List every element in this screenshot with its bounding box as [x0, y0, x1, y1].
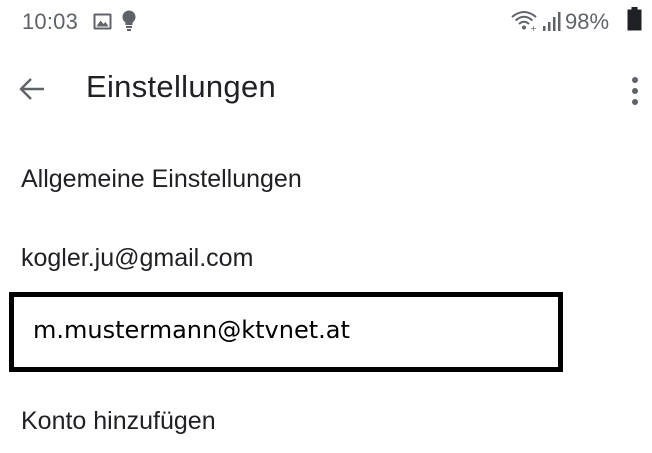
- settings-item-label: Allgemeine Einstellungen: [21, 165, 302, 193]
- settings-item-add-account[interactable]: Konto hinzufügen: [0, 393, 652, 453]
- page-title: Einstellungen: [86, 69, 277, 104]
- image-icon: [93, 13, 112, 30]
- settings-item-label: kogler.ju@gmail.com: [21, 244, 254, 272]
- battery-percent: 98%: [565, 9, 610, 34]
- back-button[interactable]: [10, 69, 54, 113]
- lightbulb-icon: [122, 10, 136, 32]
- overflow-menu-button[interactable]: [622, 71, 648, 115]
- settings-item-general[interactable]: Allgemeine Einstellungen: [0, 150, 652, 210]
- settings-item-label: m.mustermann@ktvnet.at: [33, 316, 350, 344]
- app-bar: Einstellungen: [0, 55, 652, 135]
- battery-icon: [627, 7, 642, 31]
- status-bar: 10:03 + 98%: [0, 0, 652, 50]
- svg-text:+: +: [530, 24, 537, 32]
- arrow-back-icon: [19, 77, 45, 106]
- wifi-icon: +: [511, 10, 537, 33]
- settings-item-account-gmail[interactable]: kogler.ju@gmail.com: [0, 230, 652, 290]
- signal-icon: [543, 11, 561, 31]
- more-vert-icon: [631, 76, 639, 111]
- settings-item-label: Konto hinzufügen: [21, 407, 216, 435]
- settings-item-account-ktvnet[interactable]: m.mustermann@ktvnet.at: [9, 292, 563, 372]
- status-time: 10:03: [22, 9, 79, 34]
